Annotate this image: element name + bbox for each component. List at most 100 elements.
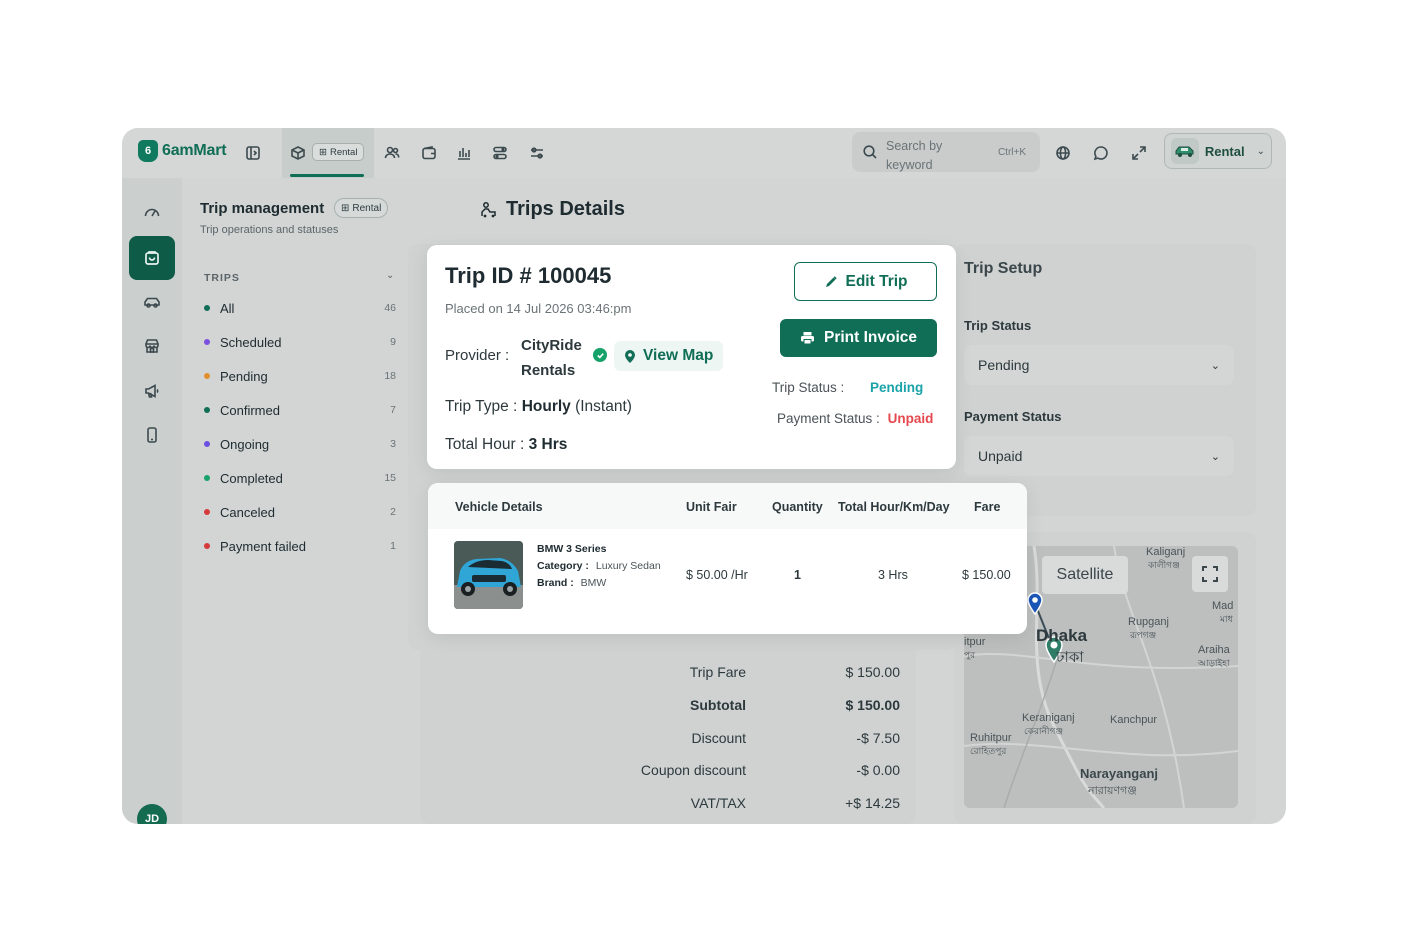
orders-icon[interactable] (129, 236, 175, 280)
total-hour: Total Hour : 3 Hrs (445, 436, 567, 454)
dashboard-icon[interactable] (138, 198, 166, 226)
pencil-icon (825, 275, 837, 287)
trip-status-label: Trip Status : (772, 380, 845, 395)
search-input[interactable]: Search by keyword (886, 137, 966, 175)
trip-status-item-count: 1 (390, 540, 396, 552)
map-label-narayanganj: Narayanganj (1080, 766, 1159, 781)
trip-status-item[interactable]: Ongoing 3 (204, 434, 396, 454)
origin-pin-icon[interactable] (1026, 592, 1044, 621)
grid-icon: ⊞ (319, 146, 327, 158)
view-map-label: View Map (643, 347, 714, 364)
fullscreen-icon[interactable] (1192, 556, 1228, 592)
module-chip: ⊞ Rental (312, 143, 365, 161)
bar-chart-icon[interactable] (453, 142, 475, 164)
map-label-narayanganj-bn: নারায়ণগঞ্জ (1088, 785, 1137, 797)
car-icon (1171, 138, 1199, 164)
map-label-ruhitpur-bn: রোহিতপুর (970, 746, 1007, 756)
col-unit-fair: Unit Fair (686, 500, 737, 514)
trips-section-header[interactable]: TRIPS (204, 272, 240, 284)
settings-sliders-icon[interactable] (526, 142, 548, 164)
avatar[interactable]: JD (137, 804, 167, 824)
megaphone-icon[interactable] (138, 377, 166, 405)
search-shortcut: Ctrl+K (997, 147, 1026, 158)
vehicle-image (454, 541, 523, 609)
vehicle-icon[interactable] (138, 288, 166, 316)
payment-status-select-value: Unpaid (978, 448, 1023, 464)
expand-icon[interactable] (1128, 142, 1150, 164)
chat-icon[interactable] (1090, 142, 1112, 164)
trip-status-item[interactable]: Confirmed 7 (204, 400, 396, 420)
cell-fare: $ 150.00 (962, 568, 1011, 582)
status-dot-icon (204, 339, 210, 345)
store-icon[interactable] (138, 332, 166, 360)
trip-status-item[interactable]: Payment failed 1 (204, 536, 396, 556)
vehicle-name[interactable]: BMW 3 Series (537, 543, 606, 555)
icon-rail: JD (122, 178, 182, 824)
total-hour-value: 3 Hrs (528, 436, 568, 453)
edit-trip-button[interactable]: Edit Trip (794, 262, 937, 301)
total-hour-label: Total Hour : (445, 436, 525, 453)
payment-status: Payment Status : Unpaid (777, 411, 933, 426)
printer-icon (800, 332, 814, 345)
chevron-down-icon: ⌄ (1210, 359, 1220, 372)
trip-status-select[interactable]: Pending ⌄ (964, 345, 1234, 385)
fare-row-label: Subtotal (690, 696, 746, 713)
sidebar-toggle-icon[interactable] (242, 142, 264, 164)
module-switch-button[interactable]: Rental ⌄ (1164, 133, 1272, 169)
trip-sidebar: Trip management ⊞ Rental Trip operations… (182, 178, 418, 824)
brand-name: 6amMart (162, 142, 227, 159)
view-map-button[interactable]: View Map (614, 341, 724, 371)
trip-status-item-label: Scheduled (220, 334, 282, 350)
trip-status-item[interactable]: Completed 15 (204, 468, 396, 488)
payment-status-select[interactable]: Unpaid ⌄ (964, 436, 1234, 476)
vehicle-category: Category : Luxury Sedan (537, 560, 661, 572)
map-label-keraniganj: Keraniganj (1022, 712, 1075, 724)
cell-unit-fair: $ 50.00 /Hr (686, 568, 748, 582)
map-pin-icon (625, 349, 635, 363)
chevron-down-icon: ⌄ (1210, 450, 1220, 463)
users-icon[interactable] (381, 142, 403, 164)
col-vehicle-details: Vehicle Details (455, 500, 543, 514)
trip-status-item[interactable]: Pending 18 (204, 366, 396, 386)
trip-status-item-label: Completed (220, 470, 283, 486)
search-icon (859, 141, 881, 163)
fare-row-label: Discount (691, 729, 746, 746)
vehicle-brand: Brand : BMW (537, 577, 606, 589)
trip-status-item[interactable]: Scheduled 9 (204, 332, 396, 352)
map-label-keraniganj-bn: কেরানীগঞ্জ (1024, 726, 1064, 736)
trip-status-item[interactable]: All 46 (204, 298, 396, 318)
status-dot-icon (204, 373, 210, 379)
globe-icon[interactable] (1052, 142, 1074, 164)
trip-status-item-count: 2 (390, 506, 396, 518)
chevron-down-icon: ⌄ (1256, 145, 1265, 157)
brand-logo[interactable]: 6 6amMart (138, 140, 227, 162)
route-icon[interactable] (489, 142, 511, 164)
setup-trip-status-label: Trip Status (964, 318, 1032, 333)
wallet-icon[interactable] (418, 142, 440, 164)
trip-status-item[interactable]: Canceled 2 (204, 502, 396, 522)
verified-icon (593, 348, 607, 362)
sidebar-title: Trip management (200, 200, 325, 217)
status-dot-icon (204, 543, 210, 549)
setup-payment-status-label: Payment Status (964, 409, 1062, 424)
map-label-mad-bn: মাধ (1220, 614, 1233, 624)
trip-status-item-label: All (220, 300, 235, 316)
trip-status-item-label: Canceled (220, 504, 275, 520)
map-label-dhaka-bn: ঢাকা (1056, 649, 1084, 666)
provider-name[interactable]: CityRide Rentals (521, 333, 593, 383)
payment-status-value: Unpaid (887, 411, 934, 426)
page-title: Trips Details (480, 198, 625, 221)
map-label-itpur: itpur (964, 636, 986, 648)
map-label-rupganj: Rupganj (1128, 616, 1169, 628)
status-dot-icon (204, 441, 210, 447)
print-invoice-button[interactable]: Print Invoice (780, 319, 937, 357)
search-box[interactable]: Search by keyword Ctrl+K (852, 132, 1040, 172)
trip-status-item-label: Confirmed (220, 402, 280, 418)
col-total: Total Hour/Km/Day (838, 500, 950, 514)
satellite-button[interactable]: Satellite (1042, 556, 1128, 594)
map-label-mad: Mad (1212, 600, 1234, 612)
chevron-down-icon[interactable]: ⌄ (386, 270, 394, 281)
vehicle-brand-label: Brand : (537, 577, 574, 589)
mobile-icon[interactable] (138, 421, 166, 449)
payment-status-label: Payment Status : (777, 411, 880, 426)
